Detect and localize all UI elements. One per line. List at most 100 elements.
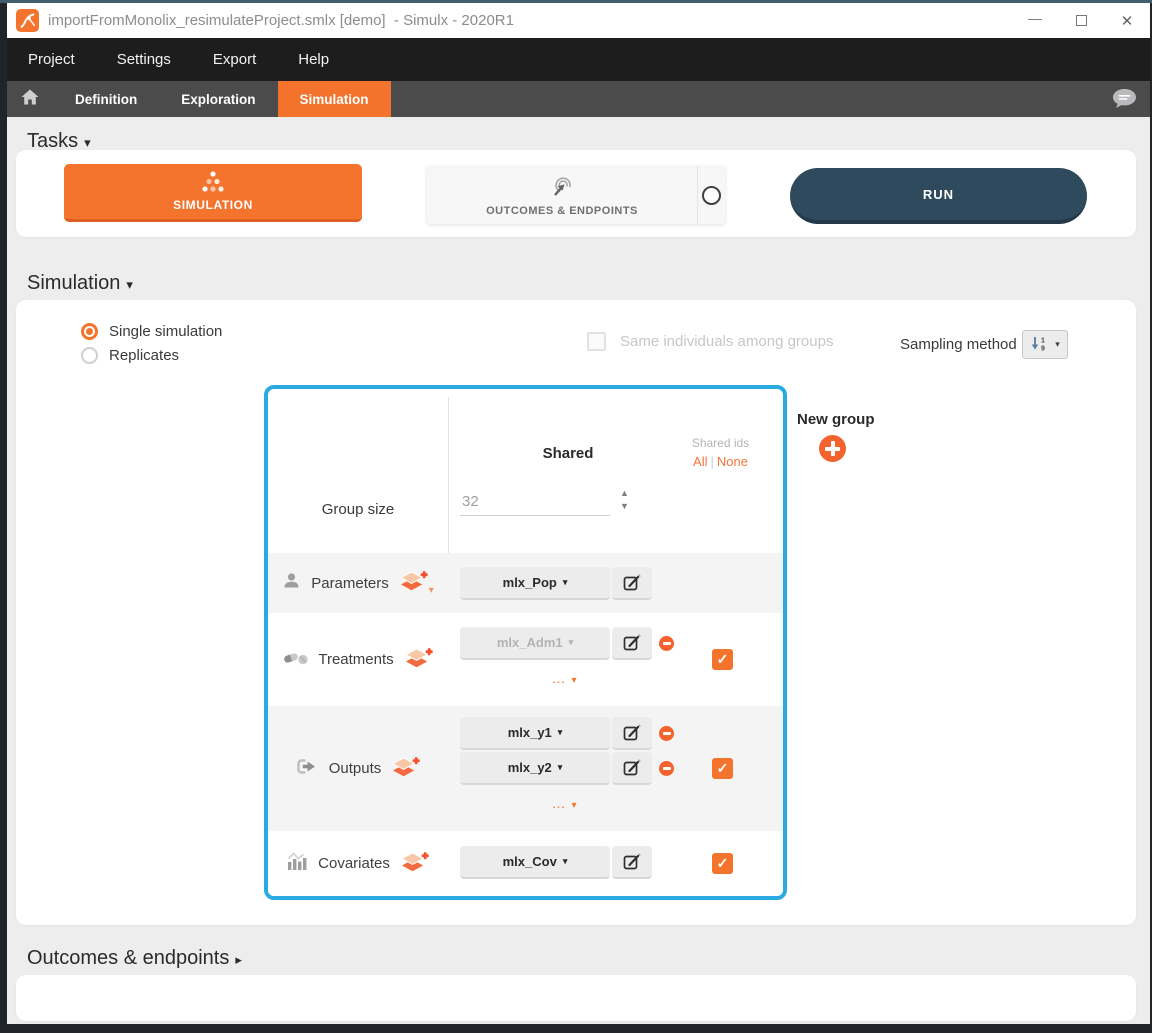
output-arrow-icon bbox=[296, 758, 319, 780]
dropdown-caret-icon: ▾ bbox=[563, 577, 568, 588]
covariates-row-header: Covariates bbox=[268, 831, 448, 896]
dropdown-caret-icon: ▾ bbox=[569, 637, 574, 648]
covariate-element-dropdown[interactable]: mlx_Cov ▾ bbox=[460, 846, 610, 879]
svg-text:1: 1 bbox=[1041, 337, 1045, 344]
outcomes-endpoints-task-button[interactable]: OUTCOMES & ENDPOINTS bbox=[427, 166, 725, 224]
status-ring-icon bbox=[702, 186, 721, 205]
menu-project[interactable]: Project bbox=[7, 38, 96, 81]
dropdown-caret-icon: ▾ bbox=[558, 762, 563, 773]
menu-settings[interactable]: Settings bbox=[96, 38, 192, 81]
edit-covariate-element-button[interactable] bbox=[612, 846, 652, 879]
minus-icon bbox=[663, 642, 671, 645]
shared-ids-all-link[interactable]: All bbox=[693, 454, 707, 469]
more-outputs-link[interactable]: …▾ bbox=[448, 795, 680, 811]
nav-tab-bar: Definition Exploration Simulation bbox=[7, 81, 1150, 117]
edit-parameters-element-button[interactable] bbox=[612, 567, 652, 600]
remove-output2-button[interactable] bbox=[659, 761, 674, 776]
edit-output1-element-button[interactable] bbox=[612, 717, 652, 750]
table-row-parameters: Parameters ▾ mlx_Pop ▾ bbox=[268, 553, 783, 613]
menu-export[interactable]: Export bbox=[192, 38, 277, 81]
treatments-shared-checkbox[interactable]: ✓ bbox=[712, 649, 733, 670]
run-button[interactable]: RUN bbox=[790, 168, 1087, 224]
minimize-button[interactable]: — bbox=[1012, 3, 1058, 38]
maximize-icon bbox=[1076, 15, 1087, 26]
covariates-shared-checkbox[interactable]: ✓ bbox=[712, 853, 733, 874]
treatments-row-content: mlx_Adm1 ▾ …▾ ✓ bbox=[448, 613, 783, 706]
add-parameters-layer-button[interactable]: ▾ bbox=[399, 570, 434, 596]
covariates-row-label: Covariates bbox=[318, 855, 390, 872]
output1-element-dropdown[interactable]: mlx_y1 ▾ bbox=[460, 717, 610, 750]
plus-icon bbox=[825, 447, 840, 451]
tab-exploration[interactable]: Exploration bbox=[159, 81, 277, 117]
simulation-task-label: SIMULATION bbox=[173, 198, 253, 212]
outcomes-collapse-caret-icon: ▸ bbox=[235, 952, 242, 967]
edit-treatment-element-button[interactable] bbox=[612, 627, 652, 660]
covariates-row-content: mlx_Cov ▾ ✓ bbox=[448, 831, 783, 896]
speech-bubble-icon bbox=[1112, 96, 1137, 113]
sampling-method-dropdown[interactable]: 19 ▾ bbox=[1022, 330, 1068, 359]
treatment-element-dropdown[interactable]: mlx_Adm1 ▾ bbox=[460, 627, 610, 660]
person-icon bbox=[282, 571, 301, 595]
group-definition-table: Shared Shared ids All|None Group size ▲ … bbox=[264, 385, 787, 900]
close-button[interactable]: ✕ bbox=[1104, 3, 1150, 38]
table-row-treatments: Treatments mlx_Adm1 ▾ bbox=[268, 613, 783, 706]
dropdown-caret-icon: ▾ bbox=[558, 727, 563, 738]
simulation-section-title: Simulation bbox=[27, 272, 120, 294]
outputs-row-header: Outputs bbox=[268, 706, 448, 831]
table-row-covariates: Covariates mlx_Cov ▾ bbox=[268, 831, 783, 896]
feedback-button[interactable] bbox=[1112, 88, 1137, 114]
output2-element-dropdown[interactable]: mlx_y2 ▾ bbox=[460, 752, 610, 785]
remove-output1-button[interactable] bbox=[659, 726, 674, 741]
home-button[interactable] bbox=[7, 81, 53, 117]
covariate-element-name: mlx_Cov bbox=[503, 854, 557, 869]
remove-treatment-button[interactable] bbox=[659, 636, 674, 651]
group-size-label: Group size bbox=[268, 501, 448, 518]
tasks-card: SIMULATION OUTCOMES & ENDPOINTS RUN bbox=[16, 150, 1136, 237]
parameters-element-dropdown[interactable]: mlx_Pop ▾ bbox=[460, 567, 610, 600]
more-caret-icon: ▾ bbox=[571, 800, 576, 811]
new-group-label: New group bbox=[797, 411, 875, 428]
shared-ids-none-link[interactable]: None bbox=[717, 454, 748, 469]
sort-numeric-icon: 19 bbox=[1030, 336, 1050, 354]
outcomes-section-header[interactable]: Outcomes & endpoints▸ bbox=[27, 947, 242, 970]
tasks-section-title: Tasks bbox=[27, 130, 78, 152]
radio-single-simulation-label: Single simulation bbox=[109, 323, 222, 340]
maximize-button[interactable] bbox=[1058, 3, 1104, 38]
parameters-element-name: mlx_Pop bbox=[503, 575, 557, 590]
outcomes-card bbox=[16, 975, 1136, 1021]
menu-help[interactable]: Help bbox=[277, 38, 350, 81]
edit-output2-element-button[interactable] bbox=[612, 752, 652, 785]
check-icon: ✓ bbox=[717, 651, 729, 668]
add-outputs-layer-button[interactable] bbox=[391, 756, 420, 782]
stepper-down-icon[interactable]: ▼ bbox=[620, 502, 629, 511]
ellipsis-icon: … bbox=[551, 670, 567, 686]
shared-column-header: Shared bbox=[448, 445, 688, 462]
group-size-stepper: ▲ ▼ bbox=[620, 489, 629, 511]
sampling-method-label: Sampling method bbox=[900, 336, 1017, 353]
more-treatments-link[interactable]: …▾ bbox=[448, 670, 680, 686]
add-treatments-layer-button[interactable] bbox=[404, 647, 433, 673]
radio-replicates[interactable]: Replicates bbox=[81, 347, 179, 364]
window-title: importFromMonolix_resimulateProject.smlx… bbox=[48, 12, 514, 29]
radio-single-simulation[interactable]: Single simulation bbox=[81, 323, 222, 340]
group-size-input[interactable] bbox=[460, 493, 610, 516]
simulation-section-header[interactable]: Simulation▾ bbox=[27, 272, 133, 295]
simulation-task-button[interactable]: SIMULATION bbox=[64, 164, 362, 222]
stepper-up-icon[interactable]: ▲ bbox=[620, 489, 629, 498]
parameters-row-content: mlx_Pop ▾ bbox=[448, 553, 783, 613]
tab-definition[interactable]: Definition bbox=[53, 81, 159, 117]
simulation-dots-icon bbox=[200, 171, 226, 195]
outcomes-task-label: OUTCOMES & ENDPOINTS bbox=[486, 205, 638, 217]
add-covariates-layer-button[interactable] bbox=[400, 851, 429, 877]
treatment-element-name: mlx_Adm1 bbox=[497, 635, 563, 650]
window-controls: — ✕ bbox=[1012, 3, 1150, 38]
dropdown-caret-icon: ▾ bbox=[563, 856, 568, 867]
outcomes-task-status[interactable] bbox=[697, 166, 725, 224]
same-individuals-label: Same individuals among groups bbox=[620, 333, 833, 350]
menu-bar: Project Settings Export Help bbox=[7, 38, 1150, 81]
tab-simulation[interactable]: Simulation bbox=[278, 81, 391, 117]
outputs-shared-checkbox[interactable]: ✓ bbox=[712, 758, 733, 779]
new-group-add-button[interactable] bbox=[819, 435, 846, 462]
same-individuals-checkbox[interactable] bbox=[587, 332, 606, 351]
home-icon bbox=[21, 89, 39, 110]
